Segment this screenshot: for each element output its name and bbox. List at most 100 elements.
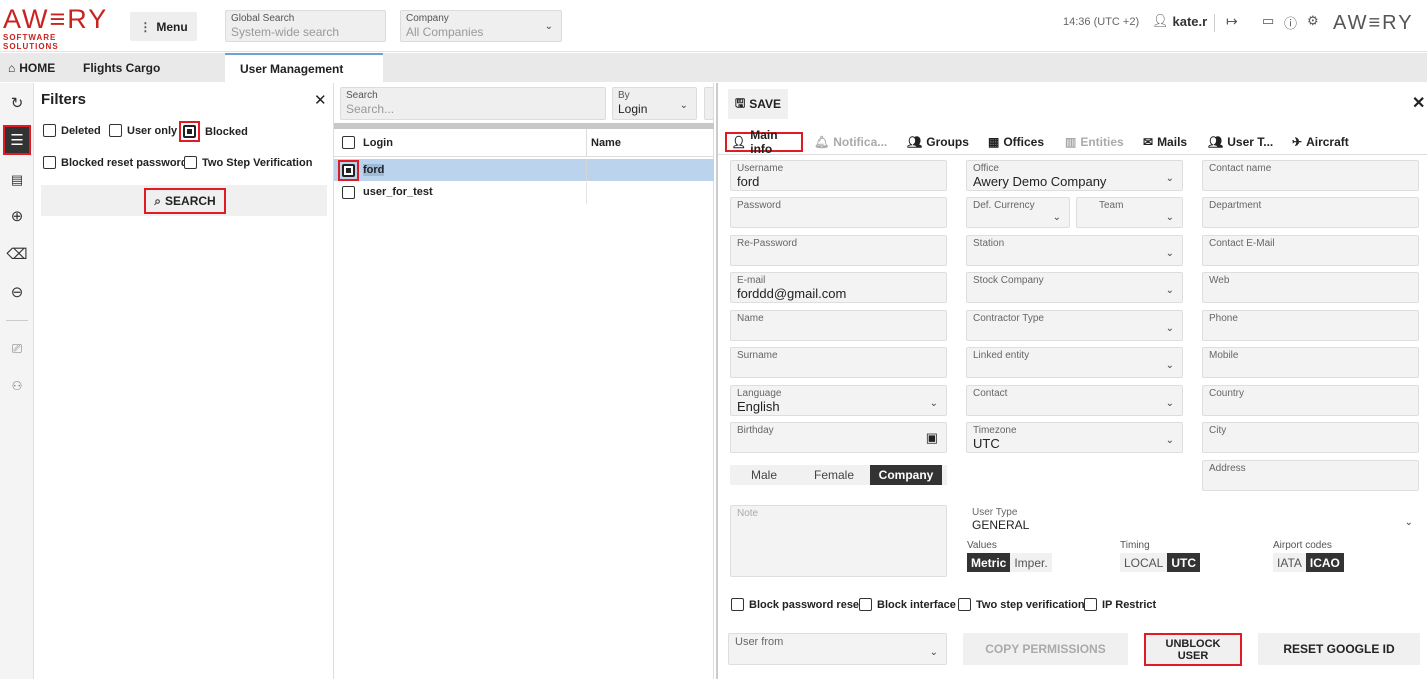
email-field[interactable]: E-mail forddd@gmail.com xyxy=(730,272,947,303)
column-login[interactable]: Login xyxy=(363,137,393,149)
global-search-input[interactable]: Global Search System-wide search xyxy=(225,10,386,42)
eraser-icon[interactable]: ⌫ xyxy=(4,241,30,267)
checkbox[interactable] xyxy=(109,124,122,137)
values-metric[interactable]: Metric xyxy=(967,553,1011,572)
birthday-field[interactable]: Birthday ▣ xyxy=(730,422,947,453)
column-name[interactable]: Name xyxy=(591,137,621,149)
airport-iata[interactable]: IATA xyxy=(1273,553,1306,572)
timezone-select[interactable]: Timezone UTC ⌄ xyxy=(966,422,1183,453)
name-field[interactable]: Name xyxy=(730,310,947,341)
close-icon[interactable]: ✕ xyxy=(314,91,327,109)
save-button[interactable]: 🖫︎ SAVE xyxy=(728,89,788,119)
values-imperial[interactable]: Imper. xyxy=(1010,553,1052,572)
gender-female[interactable]: Female xyxy=(798,465,870,485)
search-by-select[interactable]: By Login ⌄ xyxy=(612,87,697,120)
user-card-icon[interactable]: ⎚ xyxy=(4,336,30,362)
row-checkbox-checked[interactable] xyxy=(342,164,355,177)
tab-mails[interactable]: ✉ Mails xyxy=(1143,132,1187,152)
web-field[interactable]: Web xyxy=(1202,272,1419,303)
user-from-select[interactable]: User from ⌄ xyxy=(728,633,947,665)
two-step-verification-option[interactable]: Two step verification xyxy=(958,598,1085,611)
contact-select[interactable]: Contact ⌄ xyxy=(966,385,1183,416)
checkbox[interactable] xyxy=(1084,598,1097,611)
select-all-checkbox[interactable] xyxy=(342,136,355,149)
contact-name-field[interactable]: Contact name xyxy=(1202,160,1419,191)
filter-user-only[interactable]: User only xyxy=(109,124,177,137)
calendar-icon[interactable]: ▣ xyxy=(926,430,938,446)
filter-blocked[interactable]: Blocked xyxy=(179,121,248,142)
company-select[interactable]: Company All Companies ⌄ xyxy=(400,10,562,42)
info-icon[interactable]: ⓘ xyxy=(1284,13,1297,32)
tab-notifications[interactable]: 🔔︎ Notifica... xyxy=(814,132,887,152)
stock-company-select[interactable]: Stock Company ⌄ xyxy=(966,272,1183,303)
city-field[interactable]: City xyxy=(1202,422,1419,453)
re-password-field[interactable]: Re-Password xyxy=(730,235,947,266)
address-field[interactable]: Address xyxy=(1202,460,1419,491)
checkbox[interactable] xyxy=(859,598,872,611)
add-circle-icon[interactable]: ⊕ xyxy=(4,203,30,229)
tab-main-info[interactable]: 👤︎ Main info xyxy=(725,128,803,156)
copy-permissions-button[interactable]: COPY PERMISSIONS xyxy=(963,633,1128,665)
department-field[interactable]: Department xyxy=(1202,197,1419,228)
tab-user-management[interactable]: User Management xyxy=(225,53,383,82)
tab-flights-cargo[interactable]: Flights Cargo xyxy=(68,53,225,82)
extra-filter-field[interactable] xyxy=(704,87,714,120)
checkbox[interactable] xyxy=(43,124,56,137)
awery-logo[interactable]: AW≡RY SOFTWARE SOLUTIONS xyxy=(3,6,113,52)
team-select[interactable]: Team ⌄ xyxy=(1076,197,1183,228)
office-select[interactable]: Office Awery Demo Company ⌄ xyxy=(966,160,1183,191)
filters-toggle-icon[interactable]: ☰ xyxy=(3,125,31,155)
contact-email-field[interactable]: Contact E-Mail xyxy=(1202,235,1419,266)
linked-entity-select[interactable]: Linked entity ⌄ xyxy=(966,347,1183,378)
tab-offices[interactable]: ▦ Offices xyxy=(988,132,1044,152)
mobile-field[interactable]: Mobile xyxy=(1202,347,1419,378)
document-icon[interactable]: ▤ xyxy=(4,167,30,193)
airport-icao[interactable]: ICAO xyxy=(1305,553,1344,572)
user-type-select[interactable]: User Type GENERAL ⌄ xyxy=(966,505,1421,538)
refresh-icon[interactable]: ↻ xyxy=(4,90,30,116)
checkbox-checked[interactable] xyxy=(183,125,196,138)
note-textarea[interactable]: Note xyxy=(730,505,947,577)
tab-user-types[interactable]: 👥︎ User T... xyxy=(1208,132,1273,152)
row-checkbox[interactable] xyxy=(342,186,355,199)
gender-company[interactable]: Company xyxy=(870,465,942,485)
users-group-icon[interactable]: ⚇ xyxy=(4,373,30,399)
user-menu[interactable]: 👤︎ kate.r xyxy=(1152,13,1207,29)
station-select[interactable]: Station ⌄ xyxy=(966,235,1183,266)
checkbox[interactable] xyxy=(958,598,971,611)
phone-field[interactable]: Phone xyxy=(1202,310,1419,341)
filter-two-step-verification[interactable]: Two Step Verification xyxy=(184,156,312,169)
block-password-reset-option[interactable]: Block password reset xyxy=(731,598,863,611)
table-row[interactable]: ford xyxy=(334,159,714,181)
country-field[interactable]: Country xyxy=(1202,385,1419,416)
language-select[interactable]: Language English ⌄ xyxy=(730,385,947,416)
unblock-user-button[interactable]: UNBLOCK USER xyxy=(1144,633,1242,666)
table-row[interactable]: user_for_test xyxy=(334,182,714,204)
gender-male[interactable]: Male xyxy=(730,465,798,485)
contractor-type-select[interactable]: Contractor Type ⌄ xyxy=(966,310,1183,341)
tab-entities[interactable]: ▥ Entities xyxy=(1065,132,1124,152)
filter-deleted[interactable]: Deleted xyxy=(43,124,101,137)
tab-groups[interactable]: 👥︎ Groups xyxy=(907,132,969,152)
logout-icon[interactable]: ↦ xyxy=(1226,13,1238,30)
list-search-input[interactable]: Search Search... xyxy=(340,87,606,120)
checkbox[interactable] xyxy=(731,598,744,611)
currency-select[interactable]: Def. Currency ⌄ xyxy=(966,197,1070,228)
checkbox[interactable] xyxy=(43,156,56,169)
tab-aircraft[interactable]: ✈ Aircraft xyxy=(1292,132,1349,152)
chat-icon[interactable]: ▭ xyxy=(1262,13,1274,29)
menu-button[interactable]: ⋮ Menu xyxy=(130,12,197,41)
surname-field[interactable]: Surname xyxy=(730,347,947,378)
checkbox[interactable] xyxy=(184,156,197,169)
close-icon[interactable]: ✕ xyxy=(1412,93,1425,113)
filter-blocked-reset-password[interactable]: Blocked reset password xyxy=(43,156,188,169)
ip-restrict-option[interactable]: IP Restrict xyxy=(1084,598,1156,611)
tab-home[interactable]: ⌂ HOME xyxy=(0,53,68,82)
search-button[interactable]: ⌕ SEARCH xyxy=(144,188,226,214)
timing-utc[interactable]: UTC xyxy=(1167,553,1201,572)
block-interface-option[interactable]: Block interface xyxy=(859,598,956,611)
password-field[interactable]: Password xyxy=(730,197,947,228)
timing-local[interactable]: LOCAL xyxy=(1120,553,1168,572)
username-field[interactable]: Username ford xyxy=(730,160,947,191)
remove-circle-icon[interactable]: ⊖ xyxy=(4,279,30,305)
